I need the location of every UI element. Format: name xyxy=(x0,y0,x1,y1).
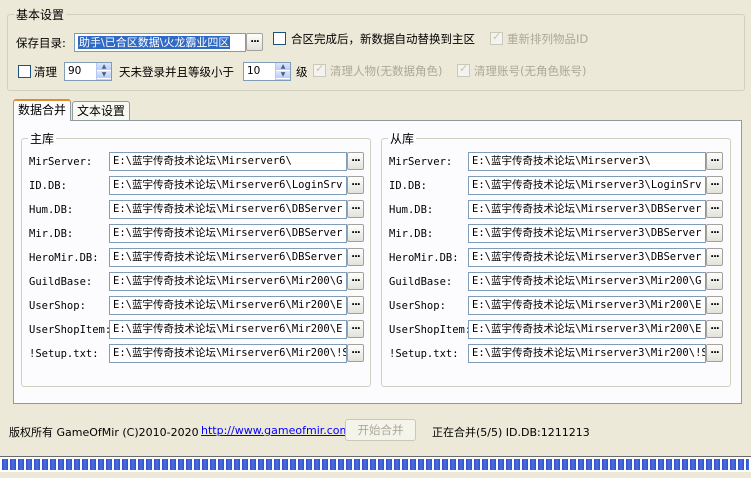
level-unit: 级 xyxy=(296,65,308,79)
main-browse-button[interactable]: ... xyxy=(347,248,364,266)
level-spinner[interactable]: 10 ▲ ▼ xyxy=(243,62,291,81)
slave-lib-legend: 从库 xyxy=(390,132,415,146)
main-row-label: UserShop: xyxy=(29,300,86,312)
main-path-input[interactable]: E:\蓝宇传奇技术论坛\Mirserver6\DBServer xyxy=(109,200,347,219)
spin-up-icon[interactable]: ▲ xyxy=(97,63,111,71)
level-spinner-arrows[interactable]: ▲ ▼ xyxy=(275,63,290,80)
slave-row-label: !Setup.txt: xyxy=(389,348,459,360)
slave-row-label: Hum.DB: xyxy=(389,204,434,216)
website-link[interactable]: http://www.gameofmir.com xyxy=(201,424,350,437)
slave-path-input[interactable]: E:\蓝宇传奇技术论坛\Mirserver3\DBServer xyxy=(468,248,706,267)
slave-row-label: UserShopItem: xyxy=(389,324,472,336)
tab-data-merge[interactable]: 数据合并 xyxy=(13,99,71,121)
main-browse-button[interactable]: ... xyxy=(347,320,364,338)
reorder-item-id-checkbox[interactable] xyxy=(490,30,503,45)
merge-status: 正在合并(5/5) ID.DB:1211213 xyxy=(432,426,590,439)
save-dir-value: 助手\已合区数据\火龙霸业四区 xyxy=(78,36,231,49)
main-path-input[interactable]: E:\蓝宇传奇技术论坛\Mirserver6\Mir200\G xyxy=(109,272,347,291)
main-browse-button[interactable]: ... xyxy=(347,176,364,194)
slave-path-input[interactable]: E:\蓝宇传奇技术论坛\Mirserver3\Mir200\E xyxy=(468,296,706,315)
slave-browse-button[interactable]: ... xyxy=(706,200,723,218)
auto-replace-label: 合区完成后，新数据自动替换到主区 xyxy=(291,32,475,46)
slave-browse-button[interactable]: ... xyxy=(706,224,723,242)
slave-browse-button[interactable]: ... xyxy=(706,248,723,266)
clean-checkbox[interactable] xyxy=(18,65,31,78)
slave-browse-button[interactable]: ... xyxy=(706,296,723,314)
main-browse-button[interactable]: ... xyxy=(347,152,364,170)
clean-label: 清理 xyxy=(34,65,57,79)
days-spinner[interactable]: 90 ▲ ▼ xyxy=(64,62,112,81)
main-path-input[interactable]: E:\蓝宇传奇技术论坛\Mirserver6\Mir200\E xyxy=(109,296,347,315)
start-merge-button[interactable]: 开始合并 xyxy=(345,419,416,441)
main-row-label: UserShopItem: xyxy=(29,324,112,336)
slave-row-label: HeroMir.DB: xyxy=(389,252,459,264)
main-lib-legend: 主库 xyxy=(30,132,55,146)
slave-row-label: MirServer: xyxy=(389,156,453,168)
reorder-item-id-label: 重新排列物品ID xyxy=(507,32,589,46)
merge-progress-bar xyxy=(0,456,751,472)
slave-browse-button[interactable]: ... xyxy=(706,152,723,170)
slave-path-input[interactable]: E:\蓝宇传奇技术论坛\Mirserver3\ xyxy=(468,152,706,171)
clean-chars-label: 清理人物(无数据角色) xyxy=(330,64,443,78)
main-path-input[interactable]: E:\蓝宇传奇技术论坛\Mirserver6\LoginSrv xyxy=(109,176,347,195)
main-row-label: Mir.DB: xyxy=(29,228,74,240)
level-value: 10 xyxy=(247,65,261,77)
main-row-label: !Setup.txt: xyxy=(29,348,99,360)
main-path-input[interactable]: E:\蓝宇传奇技术论坛\Mirserver6\ xyxy=(109,152,347,171)
slave-row-label: ID.DB: xyxy=(389,180,427,192)
slave-row-label: GuildBase: xyxy=(389,276,453,288)
main-row-label: MirServer: xyxy=(29,156,93,168)
days-text: 天未登录并且等级小于 xyxy=(119,65,234,79)
slave-browse-button[interactable]: ... xyxy=(706,176,723,194)
spin-down-icon[interactable]: ▼ xyxy=(97,71,111,79)
main-path-input[interactable]: E:\蓝宇传奇技术论坛\Mirserver6\DBServer xyxy=(109,224,347,243)
slave-browse-button[interactable]: ... xyxy=(706,320,723,338)
slave-path-input[interactable]: E:\蓝宇传奇技术论坛\Mirserver3\LoginSrv xyxy=(468,176,706,195)
clean-chars-checkbox[interactable] xyxy=(313,62,326,77)
main-browse-button[interactable]: ... xyxy=(347,200,364,218)
main-path-input[interactable]: E:\蓝宇传奇技术论坛\Mirserver6\Mir200\E xyxy=(109,320,347,339)
spin-up-icon[interactable]: ▲ xyxy=(276,63,290,71)
tab-text-settings[interactable]: 文本设置 xyxy=(72,101,130,121)
main-path-input[interactable]: E:\蓝宇传奇技术论坛\Mirserver6\Mir200\!S xyxy=(109,344,347,363)
slave-browse-button[interactable]: ... xyxy=(706,344,723,362)
main-browse-button[interactable]: ... xyxy=(347,224,364,242)
main-browse-button[interactable]: ... xyxy=(347,296,364,314)
spin-down-icon[interactable]: ▼ xyxy=(276,71,290,79)
clean-accounts-checkbox[interactable] xyxy=(457,62,470,77)
slave-path-input[interactable]: E:\蓝宇传奇技术论坛\Mirserver3\Mir200\G xyxy=(468,272,706,291)
main-row-label: Hum.DB: xyxy=(29,204,74,216)
slave-row-label: UserShop: xyxy=(389,300,446,312)
copyright-text: 版权所有 GameOfMir (C)2010-2020 xyxy=(9,426,199,439)
basic-settings-legend: 基本设置 xyxy=(16,8,65,22)
slave-path-input[interactable]: E:\蓝宇传奇技术论坛\Mirserver3\DBServer xyxy=(468,200,706,219)
days-spinner-arrows[interactable]: ▲ ▼ xyxy=(96,63,111,80)
main-path-input[interactable]: E:\蓝宇传奇技术论坛\Mirserver6\DBServer xyxy=(109,248,347,267)
slave-row-label: Mir.DB: xyxy=(389,228,434,240)
main-row-label: GuildBase: xyxy=(29,276,93,288)
merge-progress-fill xyxy=(2,459,749,470)
auto-replace-checkbox[interactable] xyxy=(273,32,286,45)
main-browse-button[interactable]: ... xyxy=(347,344,364,362)
save-dir-label: 保存目录: xyxy=(16,36,66,50)
main-row-label: ID.DB: xyxy=(29,180,67,192)
main-browse-button[interactable]: ... xyxy=(347,272,364,290)
slave-path-input[interactable]: E:\蓝宇传奇技术论坛\Mirserver3\DBServer xyxy=(468,224,706,243)
slave-browse-button[interactable]: ... xyxy=(706,272,723,290)
clean-accounts-label: 清理账号(无角色账号) xyxy=(474,64,587,78)
slave-path-input[interactable]: E:\蓝宇传奇技术论坛\Mirserver3\Mir200\E xyxy=(468,320,706,339)
days-value: 90 xyxy=(68,65,82,77)
slave-path-input[interactable]: E:\蓝宇传奇技术论坛\Mirserver3\Mir200\!S xyxy=(468,344,706,363)
main-row-label: HeroMir.DB: xyxy=(29,252,99,264)
save-dir-browse-button[interactable]: ... xyxy=(246,33,263,51)
save-dir-input[interactable]: 助手\已合区数据\火龙霸业四区 xyxy=(74,33,246,52)
